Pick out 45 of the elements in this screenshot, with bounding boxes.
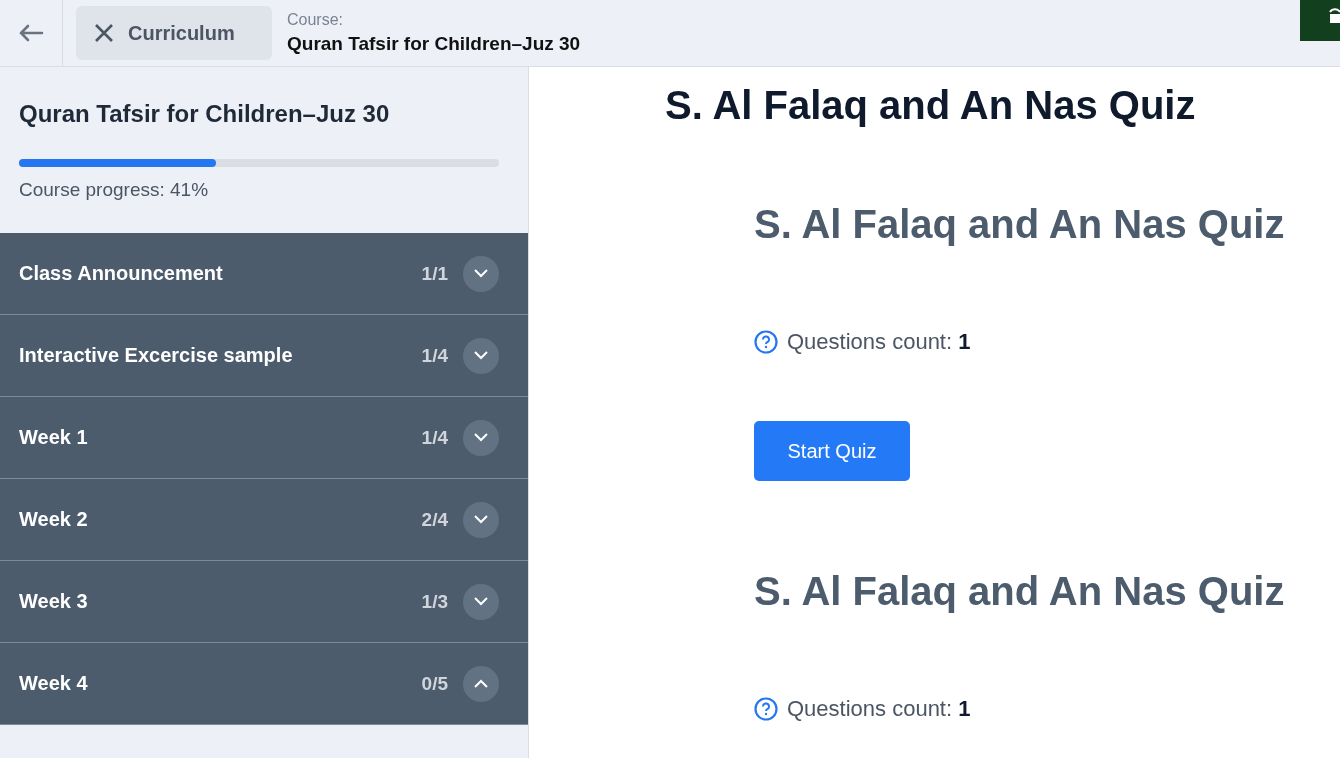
page-title: S. Al Falaq and An Nas Quiz (665, 83, 1197, 128)
curriculum-section[interactable]: Week 1 1/4 (0, 397, 528, 479)
expand-button[interactable] (463, 501, 499, 538)
chevron-down-icon (474, 269, 488, 278)
chevron-down-icon (474, 351, 488, 360)
section-count: 1/1 (421, 262, 448, 285)
curriculum-close-button[interactable]: Curriculum (76, 6, 272, 60)
course-name: Quran Tafsir for Children–Juz 30 (287, 33, 581, 55)
expand-button[interactable] (463, 583, 499, 620)
section-title: Class Announcement (19, 262, 224, 285)
section-count: 1/3 (421, 590, 448, 613)
section-title: Week 1 (19, 426, 89, 449)
course-label: Course: (287, 11, 345, 29)
questions-count: Questions count: 1 (787, 329, 971, 355)
chevron-down-icon (474, 433, 488, 442)
start-quiz-button[interactable]: Start Quiz (754, 421, 910, 481)
section-title: Interactive Excercise sample (19, 344, 294, 367)
section-count: 0/5 (421, 672, 448, 695)
expand-button[interactable] (463, 255, 499, 292)
expand-button[interactable] (463, 337, 499, 374)
section-count: 2/4 (421, 508, 448, 531)
expand-button[interactable] (463, 419, 499, 456)
help-icon (754, 697, 778, 721)
curriculum-section[interactable]: Week 3 1/3 (0, 561, 528, 643)
quiz-heading: S. Al Falaq and An Nas Quiz (754, 569, 1286, 614)
close-icon (94, 23, 114, 43)
section-title: Week 4 (19, 672, 89, 695)
section-title: Week 3 (19, 590, 89, 613)
quiz-heading: S. Al Falaq and An Nas Quiz (754, 202, 1286, 247)
questions-count: Questions count: 1 (787, 696, 971, 722)
curriculum-section[interactable]: Week 4 0/5 (0, 643, 528, 725)
collapse-button[interactable] (463, 665, 499, 702)
progress-label: Course progress: 41% (19, 179, 210, 201)
section-title: Week 2 (19, 508, 89, 531)
chevron-down-icon (474, 597, 488, 606)
curriculum-section[interactable]: Interactive Excercise sample 1/4 (0, 315, 528, 397)
chevron-up-icon (474, 679, 488, 688)
section-count: 1/4 (421, 426, 448, 449)
back-arrow-icon (18, 24, 44, 42)
help-icon (754, 330, 778, 354)
curriculum-section[interactable]: Class Announcement 1/1 (0, 233, 528, 315)
course-title: Quran Tafsir for Children–Juz 30 (19, 100, 391, 128)
chevron-down-icon (474, 515, 488, 524)
section-count: 1/4 (421, 344, 448, 367)
curriculum-section[interactable]: Week 2 2/4 (0, 479, 528, 561)
